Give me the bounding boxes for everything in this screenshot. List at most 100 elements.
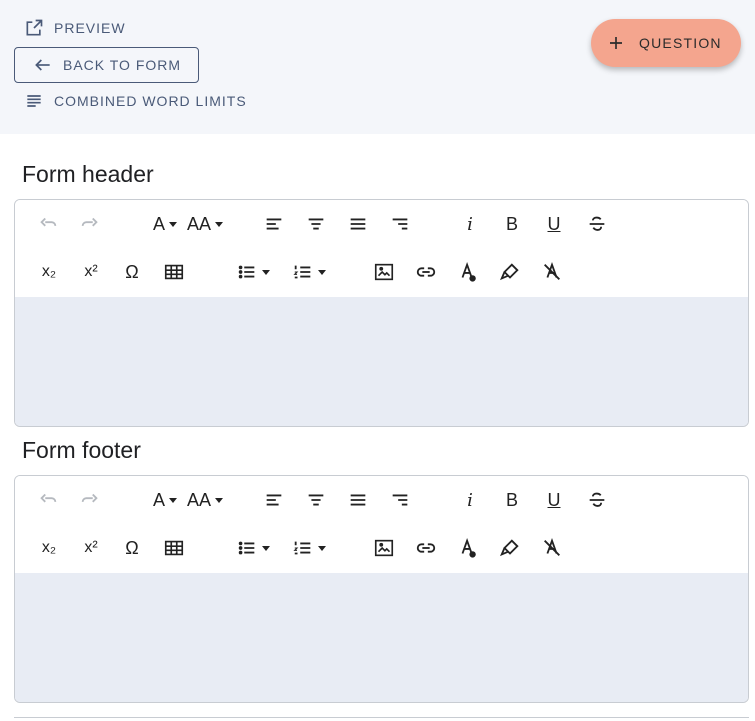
underline-label: U xyxy=(547,489,561,510)
clear-format-icon xyxy=(544,261,560,280)
highlighter-icon xyxy=(500,263,519,281)
chevron-down-icon xyxy=(262,545,270,551)
strikethrough-icon xyxy=(589,216,605,231)
subscript-button[interactable]: x₂ xyxy=(35,534,63,562)
numbered-list-icon xyxy=(293,265,311,279)
bulleted-list-icon xyxy=(238,541,255,555)
font-color-icon xyxy=(461,537,476,558)
align-left-icon xyxy=(266,494,282,506)
italic-button[interactable]: i xyxy=(458,210,482,238)
chevron-down-icon xyxy=(318,545,326,551)
notes-icon xyxy=(27,95,41,107)
editor-toolbar: A AA i B U x₂ x² Ω xyxy=(15,200,748,297)
chevron-down-icon xyxy=(318,269,326,275)
superscript-button[interactable]: x² xyxy=(77,258,105,286)
chevron-down-icon xyxy=(215,221,224,227)
align-right-button[interactable] xyxy=(387,486,413,514)
text-color-button[interactable] xyxy=(455,258,481,286)
bulleted-list-button[interactable] xyxy=(231,258,275,286)
align-justify-button[interactable] xyxy=(345,210,371,238)
align-right-button[interactable] xyxy=(387,210,413,238)
redo-button[interactable] xyxy=(77,210,103,238)
align-center-button[interactable] xyxy=(303,486,329,514)
preview-label: PREVIEW xyxy=(54,20,126,36)
special-character-button[interactable]: Ω xyxy=(119,534,145,562)
undo-button[interactable] xyxy=(35,210,61,238)
table-button[interactable] xyxy=(161,258,187,286)
superscript-button[interactable]: x² xyxy=(77,534,105,562)
font-size-button[interactable]: AA xyxy=(187,486,224,514)
chevron-down-icon xyxy=(215,497,224,503)
table-icon xyxy=(164,540,184,556)
font-button[interactable]: A xyxy=(149,486,181,514)
bulleted-list-button[interactable] xyxy=(231,534,275,562)
redo-button[interactable] xyxy=(77,486,103,514)
underline-label: U xyxy=(547,213,561,234)
table-icon xyxy=(164,264,184,280)
underline-button[interactable]: U xyxy=(542,486,566,514)
italic-label: i xyxy=(467,213,473,235)
open-external-icon xyxy=(26,19,43,36)
font-label: A xyxy=(152,489,165,510)
align-justify-button[interactable] xyxy=(345,486,371,514)
superscript-label: x² xyxy=(84,539,98,556)
form-header-editor: A AA i B U x₂ x² Ω xyxy=(14,199,749,427)
bulleted-list-icon xyxy=(238,265,255,279)
special-character-button[interactable]: Ω xyxy=(119,258,145,286)
form-header-editor-body[interactable] xyxy=(15,297,748,426)
clear-format-icon xyxy=(544,537,560,556)
numbered-list-button[interactable] xyxy=(287,258,331,286)
numbered-list-button[interactable] xyxy=(287,534,331,562)
clear-formatting-button[interactable] xyxy=(539,258,565,286)
form-footer-editor: A AA i B U x₂ x² Ω xyxy=(14,475,749,703)
clear-formatting-button[interactable] xyxy=(539,534,565,562)
font-color-icon xyxy=(461,261,476,282)
align-center-button[interactable] xyxy=(303,210,329,238)
align-right-icon xyxy=(392,494,408,506)
arrow-left-icon xyxy=(35,59,50,71)
highlight-button[interactable] xyxy=(497,534,523,562)
font-size-button[interactable]: AA xyxy=(187,210,224,238)
insert-image-button[interactable] xyxy=(371,258,397,286)
image-icon xyxy=(374,539,394,557)
form-footer-editor-body[interactable] xyxy=(15,573,748,702)
font-size-label: AA xyxy=(187,489,212,510)
add-question-button[interactable]: QUESTION xyxy=(591,19,741,67)
font-button[interactable]: A xyxy=(149,210,181,238)
back-to-form-button[interactable]: BACK TO FORM xyxy=(14,47,199,83)
form-footer-title: Form footer xyxy=(22,437,141,463)
subscript-button[interactable]: x₂ xyxy=(35,258,63,286)
combined-word-limits-button[interactable]: COMBINED WORD LIMITS xyxy=(24,91,247,111)
table-button[interactable] xyxy=(161,534,187,562)
plus-icon xyxy=(610,37,622,49)
chevron-down-icon xyxy=(262,269,270,275)
italic-button[interactable]: i xyxy=(458,486,482,514)
align-left-icon xyxy=(266,218,282,230)
strikethrough-button[interactable] xyxy=(584,486,610,514)
align-left-button[interactable] xyxy=(261,210,287,238)
editor-toolbar: A AA i B U x₂ x² Ω xyxy=(15,476,748,573)
underline-button[interactable]: U xyxy=(542,210,566,238)
text-color-button[interactable] xyxy=(455,534,481,562)
align-left-button[interactable] xyxy=(261,486,287,514)
chevron-down-icon xyxy=(169,497,177,503)
insert-image-button[interactable] xyxy=(371,534,397,562)
highlight-button[interactable] xyxy=(497,258,523,286)
preview-button[interactable]: PREVIEW xyxy=(24,18,126,38)
align-center-icon xyxy=(308,494,324,506)
insert-link-button[interactable] xyxy=(413,258,439,286)
bold-button[interactable]: B xyxy=(500,486,524,514)
back-label: BACK TO FORM xyxy=(63,57,182,73)
bold-button[interactable]: B xyxy=(500,210,524,238)
top-bar: PREVIEW BACK TO FORM COMBINED WORD LIMIT… xyxy=(0,0,755,134)
combined-label: COMBINED WORD LIMITS xyxy=(54,93,247,109)
form-header-title: Form header xyxy=(22,161,154,187)
bold-label: B xyxy=(505,213,518,234)
align-justify-icon xyxy=(350,218,366,230)
strikethrough-icon xyxy=(589,492,605,507)
align-center-icon xyxy=(308,218,324,230)
strikethrough-button[interactable] xyxy=(584,210,610,238)
insert-link-button[interactable] xyxy=(413,534,439,562)
chevron-down-icon xyxy=(169,221,177,227)
undo-button[interactable] xyxy=(35,486,61,514)
